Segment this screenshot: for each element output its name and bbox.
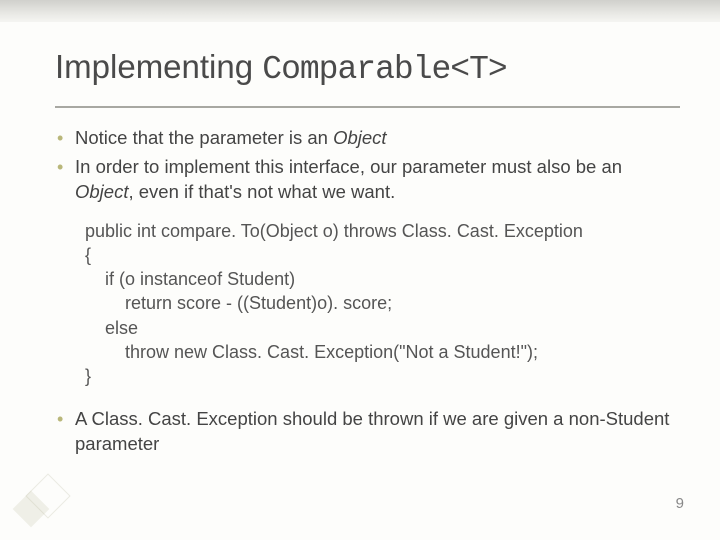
title-mono: Comparable<T> — [262, 51, 506, 88]
title-underline — [55, 106, 680, 108]
bullet-item: In order to implement this interface, ou… — [55, 155, 680, 205]
title-plain: Implementing — [55, 48, 262, 85]
bullet-item: A Class. Cast. Exception should be throw… — [55, 407, 680, 457]
slide-title: Implementing Comparable<T> — [55, 50, 680, 88]
bullet-list-bottom: A Class. Cast. Exception should be throw… — [55, 407, 680, 457]
bullet-item: Notice that the parameter is an Object — [55, 126, 680, 151]
bullet-list-top: Notice that the parameter is an Object In… — [55, 126, 680, 205]
page-number: 9 — [676, 495, 684, 512]
code-block: public int compare. To(Object o) throws … — [85, 219, 680, 389]
slide-body: Implementing Comparable<T> Notice that t… — [0, 0, 720, 540]
